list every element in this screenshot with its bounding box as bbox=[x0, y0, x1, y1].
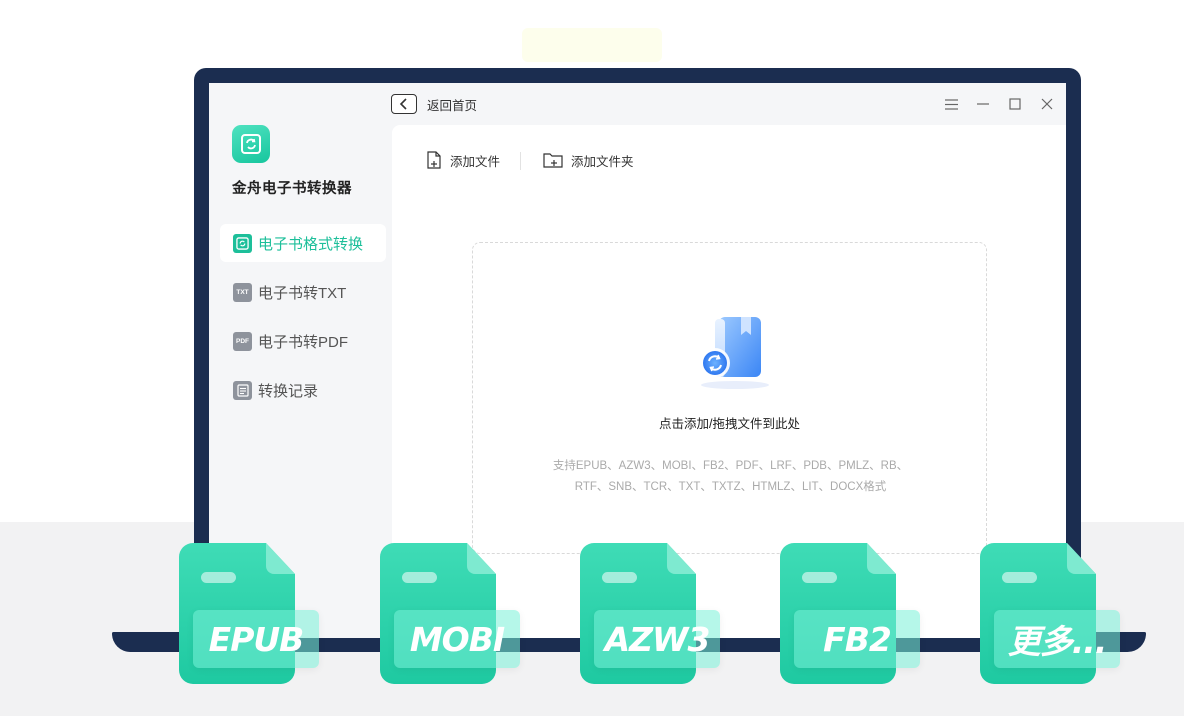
back-home-link[interactable]: 返回首页 bbox=[427, 95, 477, 114]
sidebar-item-history[interactable]: 转换记录 bbox=[220, 371, 386, 409]
sidebar-item-to-txt[interactable]: TXT 电子书转TXT bbox=[220, 273, 386, 311]
sidebar-item-label: 电子书转PDF bbox=[258, 333, 349, 351]
drop-prompt: 点击添加/拖拽文件到此处 bbox=[659, 417, 800, 431]
maximize-icon[interactable] bbox=[1006, 95, 1024, 113]
sidebar-item-label: 电子书转TXT bbox=[258, 284, 347, 302]
format-tile-fb2: FB2 bbox=[780, 543, 920, 684]
format-tile-more: 更多... bbox=[980, 543, 1120, 684]
app-logo-icon bbox=[232, 125, 270, 163]
tile-label: 更多... bbox=[994, 610, 1120, 668]
minimize-icon[interactable] bbox=[974, 95, 992, 113]
supported-formats: 支持EPUB、AZW3、MOBI、FB2、PDF、LRF、PDB、PMLZ、RB… bbox=[513, 456, 948, 498]
close-icon[interactable] bbox=[1038, 95, 1056, 113]
convert-icon bbox=[233, 233, 252, 253]
sidebar-item-format-convert[interactable]: 电子书格式转换 bbox=[220, 224, 386, 262]
chevron-left-icon bbox=[399, 98, 407, 110]
format-tile-epub: EPUB bbox=[179, 543, 319, 684]
sidebar-item-label: 电子书格式转换 bbox=[258, 235, 364, 253]
add-file-button[interactable]: 添加文件 bbox=[426, 151, 500, 170]
sidebar-item-to-pdf[interactable]: PDF 电子书转PDF bbox=[220, 322, 386, 360]
book-convert-icon bbox=[700, 317, 769, 389]
sidebar-item-label: 转换记录 bbox=[258, 382, 319, 400]
add-file-label: 添加文件 bbox=[450, 155, 501, 169]
pdf-icon: PDF bbox=[233, 331, 252, 351]
tile-label: MOBI bbox=[394, 610, 520, 668]
toolbar-divider bbox=[520, 151, 522, 170]
add-file-icon bbox=[427, 151, 441, 169]
formats-line: 支持EPUB、AZW3、MOBI、FB2、PDF、LRF、PDB、PMLZ、RB… bbox=[552, 460, 909, 472]
add-folder-label: 添加文件夹 bbox=[571, 155, 634, 169]
back-button[interactable] bbox=[391, 94, 417, 114]
formats-line: RTF、SNB、TCR、TXT、TXTZ、HTMLZ、LIT、DOCX格式 bbox=[574, 481, 887, 493]
add-folder-button[interactable]: 添加文件夹 bbox=[543, 151, 634, 170]
top-highlight bbox=[522, 28, 662, 62]
tile-label: AZW3 bbox=[594, 610, 720, 668]
format-tile-mobi: MOBI bbox=[380, 543, 520, 684]
tile-label: FB2 bbox=[794, 610, 920, 668]
app-name: 金舟电子书转换器 bbox=[232, 181, 352, 197]
format-tile-azw3: AZW3 bbox=[580, 543, 720, 684]
add-folder-icon bbox=[543, 153, 563, 168]
window-controls bbox=[942, 95, 1056, 113]
history-icon bbox=[233, 380, 252, 400]
file-drop-zone[interactable]: 点击添加/拖拽文件到此处 支持EPUB、AZW3、MOBI、FB2、PDF、LR… bbox=[472, 242, 987, 554]
toolbar: 添加文件 添加文件夹 bbox=[426, 151, 634, 170]
menu-icon[interactable] bbox=[942, 95, 960, 113]
tile-label: EPUB bbox=[193, 610, 319, 668]
txt-icon: TXT bbox=[233, 282, 252, 302]
title-bar: 返回首页 bbox=[391, 83, 1066, 125]
